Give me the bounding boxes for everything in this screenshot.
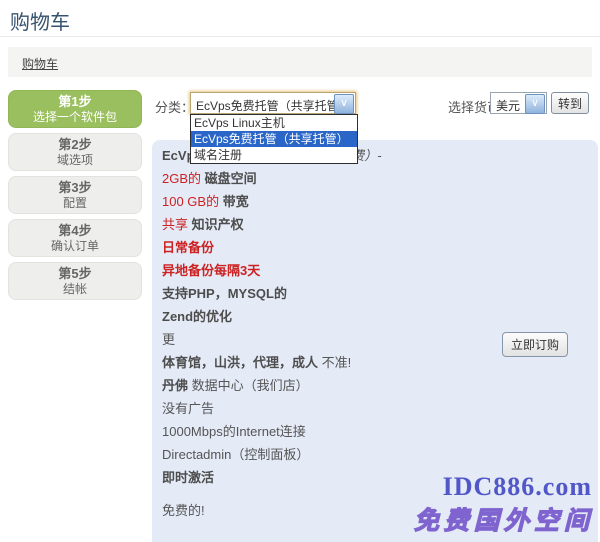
feature-line: 没有广告 [162,401,588,417]
feature-line: 丹佛 数据中心（我们店） [162,378,588,394]
breadcrumb: 购物车 [8,47,592,77]
feature-text: 带宽 [219,194,249,209]
feature-line: 100 GB的 带宽 [162,194,588,210]
step-1[interactable]: 第1步选择一个软件包 [8,90,142,128]
feature-text: 知识产权 [188,217,244,232]
feature-text: Zend的优化 [162,309,232,324]
step-3[interactable]: 第3步配置 [8,176,142,214]
category-option-2[interactable]: EcVps免费托管（共享托管） [191,131,357,147]
feature-text: 异地备份每隔3天 [162,263,260,278]
feature-line: 共享 知识产权 [162,217,588,233]
feature-text: 100 GB的 [162,194,219,209]
feature-text: 1000Mbps的Internet连接 [162,424,306,439]
step-number: 第5步 [9,266,141,282]
feature-text: 磁盘空间 [201,171,257,186]
feature-line: 体育馆，山洪，代理，成人 不准! [162,355,588,371]
step-2[interactable]: 第2步域选项 [8,133,142,171]
feature-line: 日常备份 [162,240,588,256]
feature-line: 1000Mbps的Internet连接 [162,424,588,440]
feature-list: 2GB的 磁盘空间100 GB的 带宽共享 知识产权日常备份异地备份每隔3天支持… [162,171,588,486]
feature-text: 即时激活 [162,470,214,485]
currency-select-value: 美元 [496,97,526,114]
feature-text: 丹佛 [162,378,188,393]
watermark-site: IDC886.com [443,472,592,502]
chevron-down-icon[interactable]: ∨ [525,94,545,114]
chevron-down-icon[interactable]: ∨ [334,94,354,114]
feature-text: 不准! [318,355,351,370]
shopping-cart-page: 购物车 购物车 第1步选择一个软件包第2步域选项第3步配置第4步确认订单第5步结… [0,0,600,542]
step-label: 结帐 [9,282,141,297]
page-title: 购物车 [10,6,70,35]
feature-text: Directadmin（控制面板） [162,447,309,462]
feature-text: 日常备份 [162,240,214,255]
step-number: 第2步 [9,137,141,153]
step-label: 选择一个软件包 [9,110,141,125]
feature-text: 没有广告 [162,401,214,416]
step-number: 第4步 [9,223,141,239]
step-label: 确认订单 [9,239,141,254]
watermark-slogan: 免费国外空间 [414,501,594,537]
step-5[interactable]: 第5步结帐 [8,262,142,300]
feature-line: Zend的优化 [162,309,588,325]
category-select-value: EcVps免费托管（共享托管） [196,97,335,114]
category-option-3[interactable]: 域名注册 [191,147,357,163]
category-option-1[interactable]: EcVps Linux主机 [191,115,357,131]
feature-text: 体育馆，山洪，代理，成人 [162,355,318,370]
feature-text: 共享 [162,217,188,232]
step-number: 第1步 [9,94,141,110]
feature-text: 支持PHP，MYSQL的 [162,286,287,301]
step-label: 配置 [9,196,141,211]
feature-text: 更 [162,332,175,347]
step-label: 域选项 [9,153,141,168]
feature-line: 支持PHP，MYSQL的 [162,286,588,302]
category-label: 分类： [155,97,194,116]
feature-line: 异地备份每隔3天 [162,263,588,279]
feature-text: 数据中心（我们店） [188,378,309,393]
step-number: 第3步 [9,180,141,196]
feature-line: Directadmin（控制面板） [162,447,588,463]
feature-text: 2GB的 [162,171,201,186]
step-4[interactable]: 第4步确认订单 [8,219,142,257]
order-now-button[interactable]: 立即订购 [502,332,568,357]
category-select[interactable]: EcVps免费托管（共享托管） ∨ [190,92,356,114]
currency-go-button[interactable]: 转到 [551,92,589,114]
title-divider [0,36,600,37]
feature-line: 2GB的 磁盘空间 [162,171,588,187]
breadcrumb-cart-link[interactable]: 购物车 [22,55,58,72]
category-dropdown-list: EcVps Linux主机EcVps免费托管（共享托管）域名注册 [190,114,358,164]
currency-select[interactable]: 美元 ∨ [490,92,547,114]
